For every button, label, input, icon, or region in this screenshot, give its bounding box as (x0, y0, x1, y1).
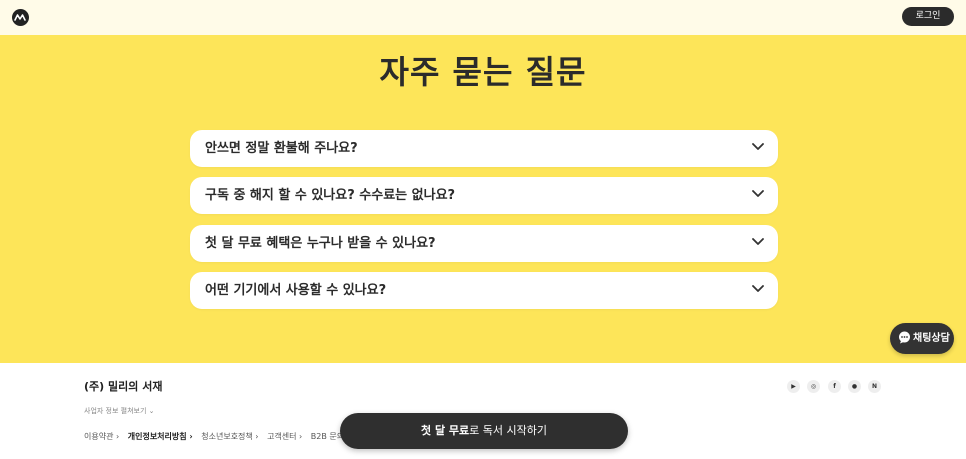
faq-item[interactable]: 구독 중 해지 할 수 있나요? 수수료는 없나요? (190, 177, 778, 214)
youtube-icon[interactable]: ▶ (787, 380, 800, 393)
chevron-down-icon (752, 238, 764, 245)
faq-item[interactable]: 첫 달 무료 혜택은 누구나 받을 수 있나요? (190, 225, 778, 262)
footer-link-terms[interactable]: 이용약관 › (84, 432, 119, 441)
chat-consult-button[interactable]: 채팅상담 (890, 323, 954, 354)
millie-logo-icon[interactable] (12, 9, 29, 26)
cta-text: 로 독서 시작하기 (469, 424, 547, 437)
cta-bold-text: 첫 달 무료 (421, 424, 470, 437)
footer-link-privacy[interactable]: 개인정보처리방침 › (128, 432, 193, 441)
faq-question: 첫 달 무료 혜택은 누구나 받을 수 있나요? (205, 236, 436, 251)
company-name: (주) 밀리의 서재 (84, 380, 163, 393)
faq-question: 안쓰면 정말 환불해 주나요? (205, 141, 358, 156)
faq-item[interactable]: 어떤 기기에서 사용할 수 있나요? (190, 272, 778, 309)
kakao-icon[interactable]: ● (848, 380, 861, 393)
facebook-icon[interactable]: f (828, 380, 841, 393)
faq-question: 어떤 기기에서 사용할 수 있나요? (205, 283, 387, 298)
start-free-trial-button[interactable]: 첫 달 무료로 독서 시작하기 (340, 413, 628, 449)
business-info-toggle[interactable]: 사업자 정보 펼쳐보기 ⌄ (84, 406, 155, 416)
faq-section: 자주 묻는 질문 안쓰면 정말 환불해 주나요? 구독 중 해지 할 수 있나요… (0, 35, 966, 363)
chevron-down-icon (752, 285, 764, 292)
footer-links: 이용약관 › 개인정보처리방침 › 청소년보호정책 › 고객센터 › B2B 문… (84, 431, 356, 442)
faq-item[interactable]: 안쓰면 정말 환불해 주나요? (190, 130, 778, 167)
footer-link-youth[interactable]: 청소년보호정책 › (201, 432, 258, 441)
chat-label: 채팅상담 (913, 333, 950, 344)
chevron-down-icon (752, 190, 764, 197)
naver-icon[interactable]: N (868, 380, 881, 393)
instagram-icon[interactable]: ◎ (807, 380, 820, 393)
login-button[interactable]: 로그인 (902, 7, 954, 26)
chevron-down-icon (752, 143, 764, 150)
chat-bubble-icon (899, 331, 910, 344)
faq-title: 자주 묻는 질문 (379, 53, 587, 91)
faq-question: 구독 중 해지 할 수 있나요? 수수료는 없나요? (205, 188, 456, 203)
top-header: 로그인 (0, 0, 966, 35)
footer-link-support[interactable]: 고객센터 › (267, 432, 302, 441)
